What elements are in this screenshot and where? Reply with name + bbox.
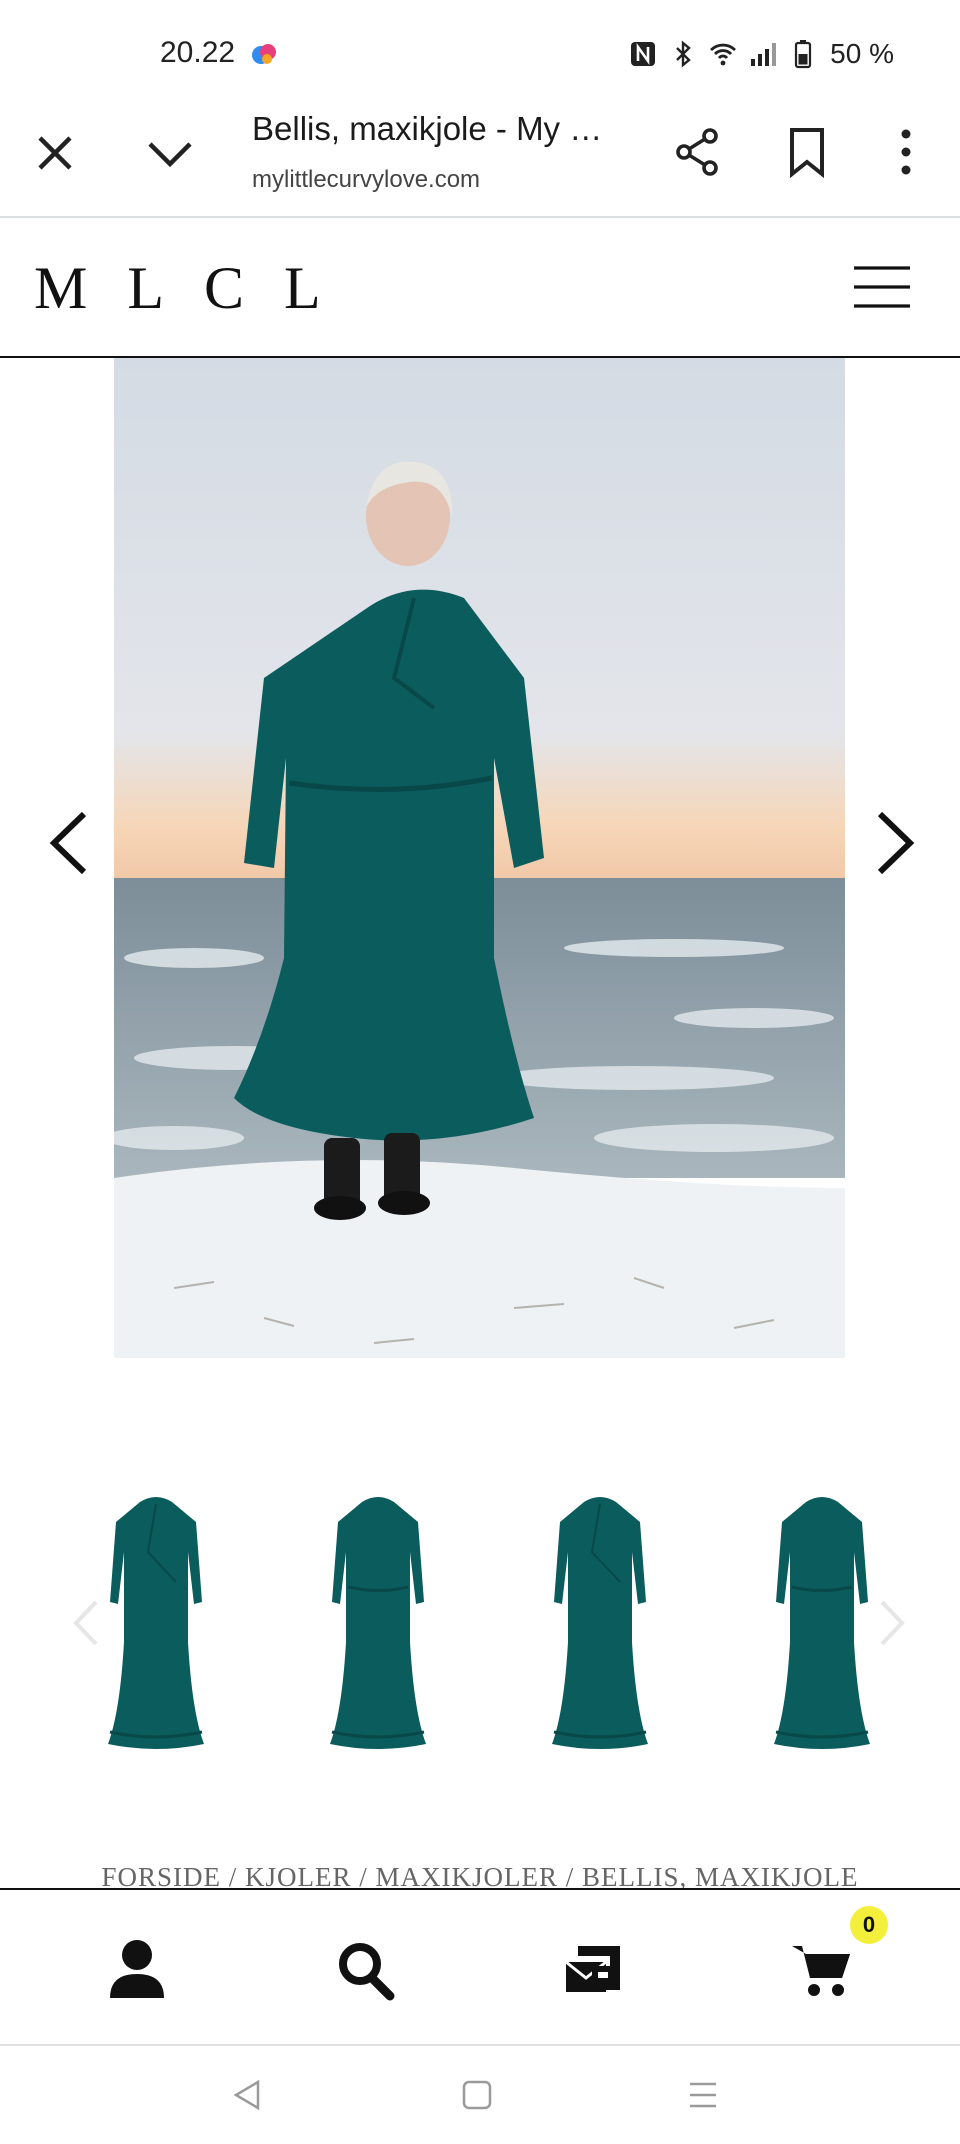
site-header: MLCL xyxy=(0,218,960,358)
recents-icon[interactable] xyxy=(686,2078,720,2112)
thumbnail-2[interactable] xyxy=(318,1492,438,1752)
chevron-down-icon[interactable] xyxy=(142,128,198,180)
carousel-prev-arrow[interactable] xyxy=(44,808,98,878)
thumbnail-4[interactable] xyxy=(762,1492,882,1752)
page-url[interactable]: mylittlecurvylove.com xyxy=(252,166,480,194)
app-notification-icon xyxy=(252,44,276,64)
page-title[interactable]: Bellis, maxikjole - My … xyxy=(252,110,622,148)
home-icon[interactable] xyxy=(460,2078,494,2112)
more-vert-icon[interactable] xyxy=(880,124,932,180)
system-navigation-bar xyxy=(0,2044,960,2144)
contact-mail-icon[interactable] xyxy=(562,1936,624,2002)
bluetooth-icon xyxy=(676,40,691,68)
bottom-nav: 0 xyxy=(0,1888,960,2046)
nfc-icon xyxy=(631,42,656,66)
cart-icon[interactable] xyxy=(790,1936,852,2002)
share-icon[interactable] xyxy=(670,124,726,180)
menu-icon[interactable] xyxy=(852,264,912,310)
product-thumbnails xyxy=(0,1470,960,1770)
close-icon[interactable] xyxy=(30,128,82,180)
status-time: 20.22 xyxy=(160,36,236,69)
search-icon[interactable] xyxy=(334,1936,396,2002)
thumbnail-3[interactable] xyxy=(540,1492,660,1752)
wifi-icon xyxy=(710,43,737,66)
product-main-image[interactable] xyxy=(114,358,845,1358)
bookmark-icon[interactable] xyxy=(782,124,832,180)
site-logo[interactable]: MLCL xyxy=(34,254,361,323)
carousel-next-arrow[interactable] xyxy=(866,808,920,878)
thumbnail-1[interactable] xyxy=(96,1492,216,1752)
battery-icon xyxy=(795,40,812,69)
cart-count-badge: 0 xyxy=(850,1906,888,1944)
back-icon[interactable] xyxy=(230,2078,264,2112)
signal-icon xyxy=(751,43,777,66)
battery-level: 50 % xyxy=(830,38,894,69)
thumbnail-next-arrow[interactable] xyxy=(874,1598,908,1648)
browser-toolbar: Bellis, maxikjole - My … mylittlecurvylo… xyxy=(0,110,960,218)
status-bar: 20.22 50 % xyxy=(0,0,960,110)
account-icon[interactable] xyxy=(106,1936,168,2002)
